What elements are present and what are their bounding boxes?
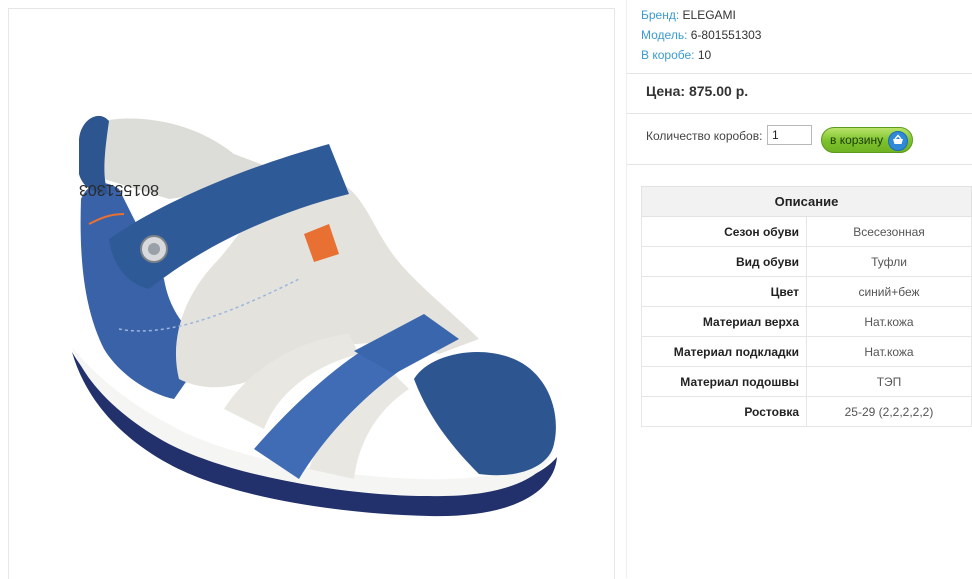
table-row: Материал подошвы ТЭП: [641, 366, 972, 397]
table-row: Сезон обуви Всесезонная: [641, 216, 972, 247]
divider: [627, 73, 972, 74]
product-meta: Бренд: ELEGAMI Модель: 6-801551303 В кор…: [641, 5, 761, 65]
attribute-value: Нат.кожа: [806, 336, 972, 367]
table-row: Ростовка 25-29 (2,2,2,2,2): [641, 396, 972, 427]
attribute-value: Всесезонная: [806, 216, 972, 247]
sandal-image: 801551303: [72, 115, 557, 517]
table-row: Материал подкладки Нат.кожа: [641, 336, 972, 367]
model-row: Модель: 6-801551303: [641, 25, 761, 45]
brand-row: Бренд: ELEGAMI: [641, 5, 761, 25]
table-row: Вид обуви Туфли: [641, 246, 972, 277]
attribute-label: Вид обуви: [641, 246, 807, 277]
model-value: 6-801551303: [690, 28, 762, 42]
attribute-value: синий+беж: [806, 276, 972, 307]
column-divider: [626, 0, 627, 578]
quantity-label: Количество коробов:: [646, 129, 763, 143]
attribute-value: 25-29 (2,2,2,2,2): [806, 396, 972, 427]
attribute-label: Материал подкладки: [641, 336, 807, 367]
attribute-label: Материал подошвы: [641, 366, 807, 397]
attribute-value: ТЭП: [806, 366, 972, 397]
brand-label: Бренд:: [641, 8, 680, 22]
attribute-label: Сезон обуви: [641, 216, 807, 247]
sole-print-text: 801551303: [79, 181, 159, 198]
cart-icon: [888, 131, 908, 151]
description-table: Описание Сезон обуви Всесезонная Вид обу…: [641, 186, 972, 427]
divider: [627, 113, 972, 114]
brand-value: ELEGAMI: [682, 8, 736, 22]
table-row: Цвет синий+беж: [641, 276, 972, 307]
attribute-value: Туфли: [806, 246, 972, 277]
box-label: В коробе:: [641, 48, 695, 62]
product-image-panel: 801551303: [8, 8, 615, 579]
divider: [627, 164, 972, 165]
box-value: 10: [697, 48, 712, 62]
quantity-input[interactable]: [767, 125, 812, 145]
description-title: Описание: [641, 186, 972, 217]
model-label: Модель:: [641, 28, 688, 42]
box-row: В коробе: 10: [641, 45, 761, 65]
product-price: Цена: 875.00 р.: [646, 83, 749, 99]
table-row: Материал верха Нат.кожа: [641, 306, 972, 337]
attribute-label: Цвет: [641, 276, 807, 307]
add-to-cart-label: в корзину: [830, 133, 884, 147]
attribute-label: Ростовка: [641, 396, 807, 427]
add-to-cart-button[interactable]: в корзину: [821, 127, 913, 153]
attribute-value: Нат.кожа: [806, 306, 972, 337]
attribute-label: Материал верха: [641, 306, 807, 337]
